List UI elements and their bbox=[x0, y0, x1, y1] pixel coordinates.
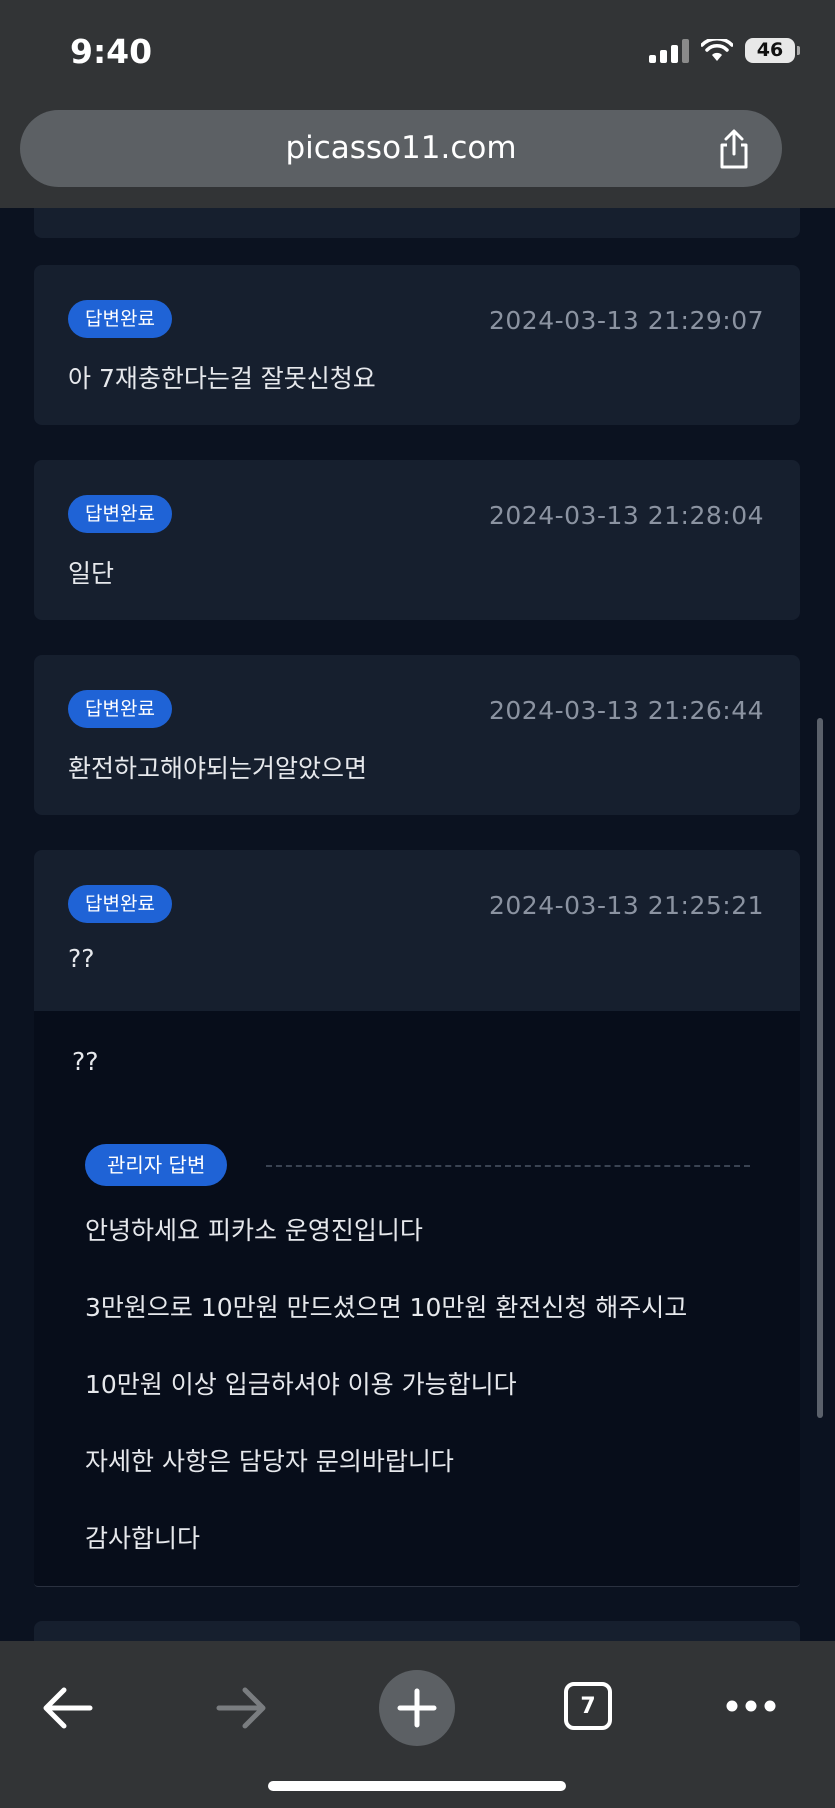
inquiry-card-partial[interactable] bbox=[34, 1621, 800, 1641]
inquiry-message: 아 7재충한다는걸 잘못신청요 bbox=[68, 364, 376, 393]
tabs-icon: 7 bbox=[580, 1693, 596, 1719]
inquiry-detail-panel: ?? 관리자 답변 안녕하세요 피카소 운영진입니다 3만원으로 10만원 만드… bbox=[34, 1011, 800, 1587]
inquiry-message: 일단 bbox=[68, 559, 115, 588]
inquiry-date: 2024-03-13 21:29:07 bbox=[488, 306, 764, 335]
inquiry-date: 2024-03-13 21:25:21 bbox=[488, 891, 764, 920]
home-indicator bbox=[268, 1781, 566, 1791]
question-text: ?? bbox=[72, 1047, 99, 1076]
battery-icon: 46 bbox=[745, 38, 800, 63]
admin-reply-badge: 관리자 답변 bbox=[85, 1144, 228, 1186]
inquiry-card[interactable]: 답변완료 2024-03-13 21:29:07 아 7재충한다는걸 잘못신청요 bbox=[34, 265, 800, 425]
wifi-icon bbox=[701, 38, 733, 61]
reply-line: 안녕하세요 피카소 운영진입니다 bbox=[85, 1216, 423, 1245]
status-badge: 답변완료 bbox=[68, 300, 172, 338]
share-icon[interactable] bbox=[714, 128, 754, 170]
reply-line: 10만원 이상 입금하셔야 이용 가능합니다 bbox=[85, 1370, 517, 1399]
reply-line: 3만원으로 10만원 만드셨으면 10만원 환전신청 해주시고 bbox=[85, 1293, 688, 1322]
inquiry-date: 2024-03-13 21:28:04 bbox=[488, 501, 764, 530]
back-button[interactable] bbox=[40, 1685, 94, 1731]
address-bar[interactable]: picasso11.com bbox=[20, 110, 782, 187]
forward-button[interactable] bbox=[215, 1685, 269, 1731]
status-badge: 답변완료 bbox=[68, 690, 172, 728]
inquiry-card[interactable]: 답변완료 2024-03-13 21:28:04 일단 bbox=[34, 460, 800, 620]
inquiry-message: ?? bbox=[68, 944, 95, 973]
inquiry-card-expanded[interactable]: 답변완료 2024-03-13 21:25:21 ?? bbox=[34, 850, 800, 1020]
more-icon bbox=[726, 1700, 776, 1712]
url-text[interactable]: picasso11.com bbox=[20, 130, 782, 166]
inquiry-date: 2024-03-13 21:26:44 bbox=[488, 696, 764, 725]
inquiry-card[interactable]: 답변완료 2024-03-13 21:26:44 환전하고해야되는거알았으면 bbox=[34, 655, 800, 815]
divider bbox=[266, 1165, 750, 1167]
reply-line: 감사합니다 bbox=[85, 1524, 201, 1553]
status-badge: 답변완료 bbox=[68, 495, 172, 533]
inquiry-message: 환전하고해야되는거알았으면 bbox=[68, 754, 368, 783]
inquiry-card-partial[interactable] bbox=[34, 208, 800, 238]
arrow-left-icon bbox=[43, 1687, 93, 1729]
cellular-signal-icon bbox=[649, 38, 689, 63]
browser-top-bar: 9:40 46 picasso11.com bbox=[0, 0, 835, 208]
more-button[interactable] bbox=[725, 1699, 777, 1713]
plus-icon bbox=[397, 1688, 437, 1728]
new-tab-button[interactable] bbox=[379, 1670, 455, 1746]
status-icons: 46 bbox=[649, 38, 800, 63]
arrow-right-icon bbox=[216, 1687, 266, 1729]
status-time: 9:40 bbox=[70, 32, 153, 71]
scrollbar[interactable] bbox=[817, 718, 823, 1418]
reply-line: 자세한 사항은 담당자 문의바랍니다 bbox=[85, 1447, 454, 1476]
tabs-button[interactable]: 7 bbox=[564, 1682, 612, 1730]
status-badge: 답변완료 bbox=[68, 885, 172, 923]
inquiry-list: 답변완료 2024-03-13 21:29:07 아 7재충한다는걸 잘못신청요… bbox=[0, 208, 835, 1641]
